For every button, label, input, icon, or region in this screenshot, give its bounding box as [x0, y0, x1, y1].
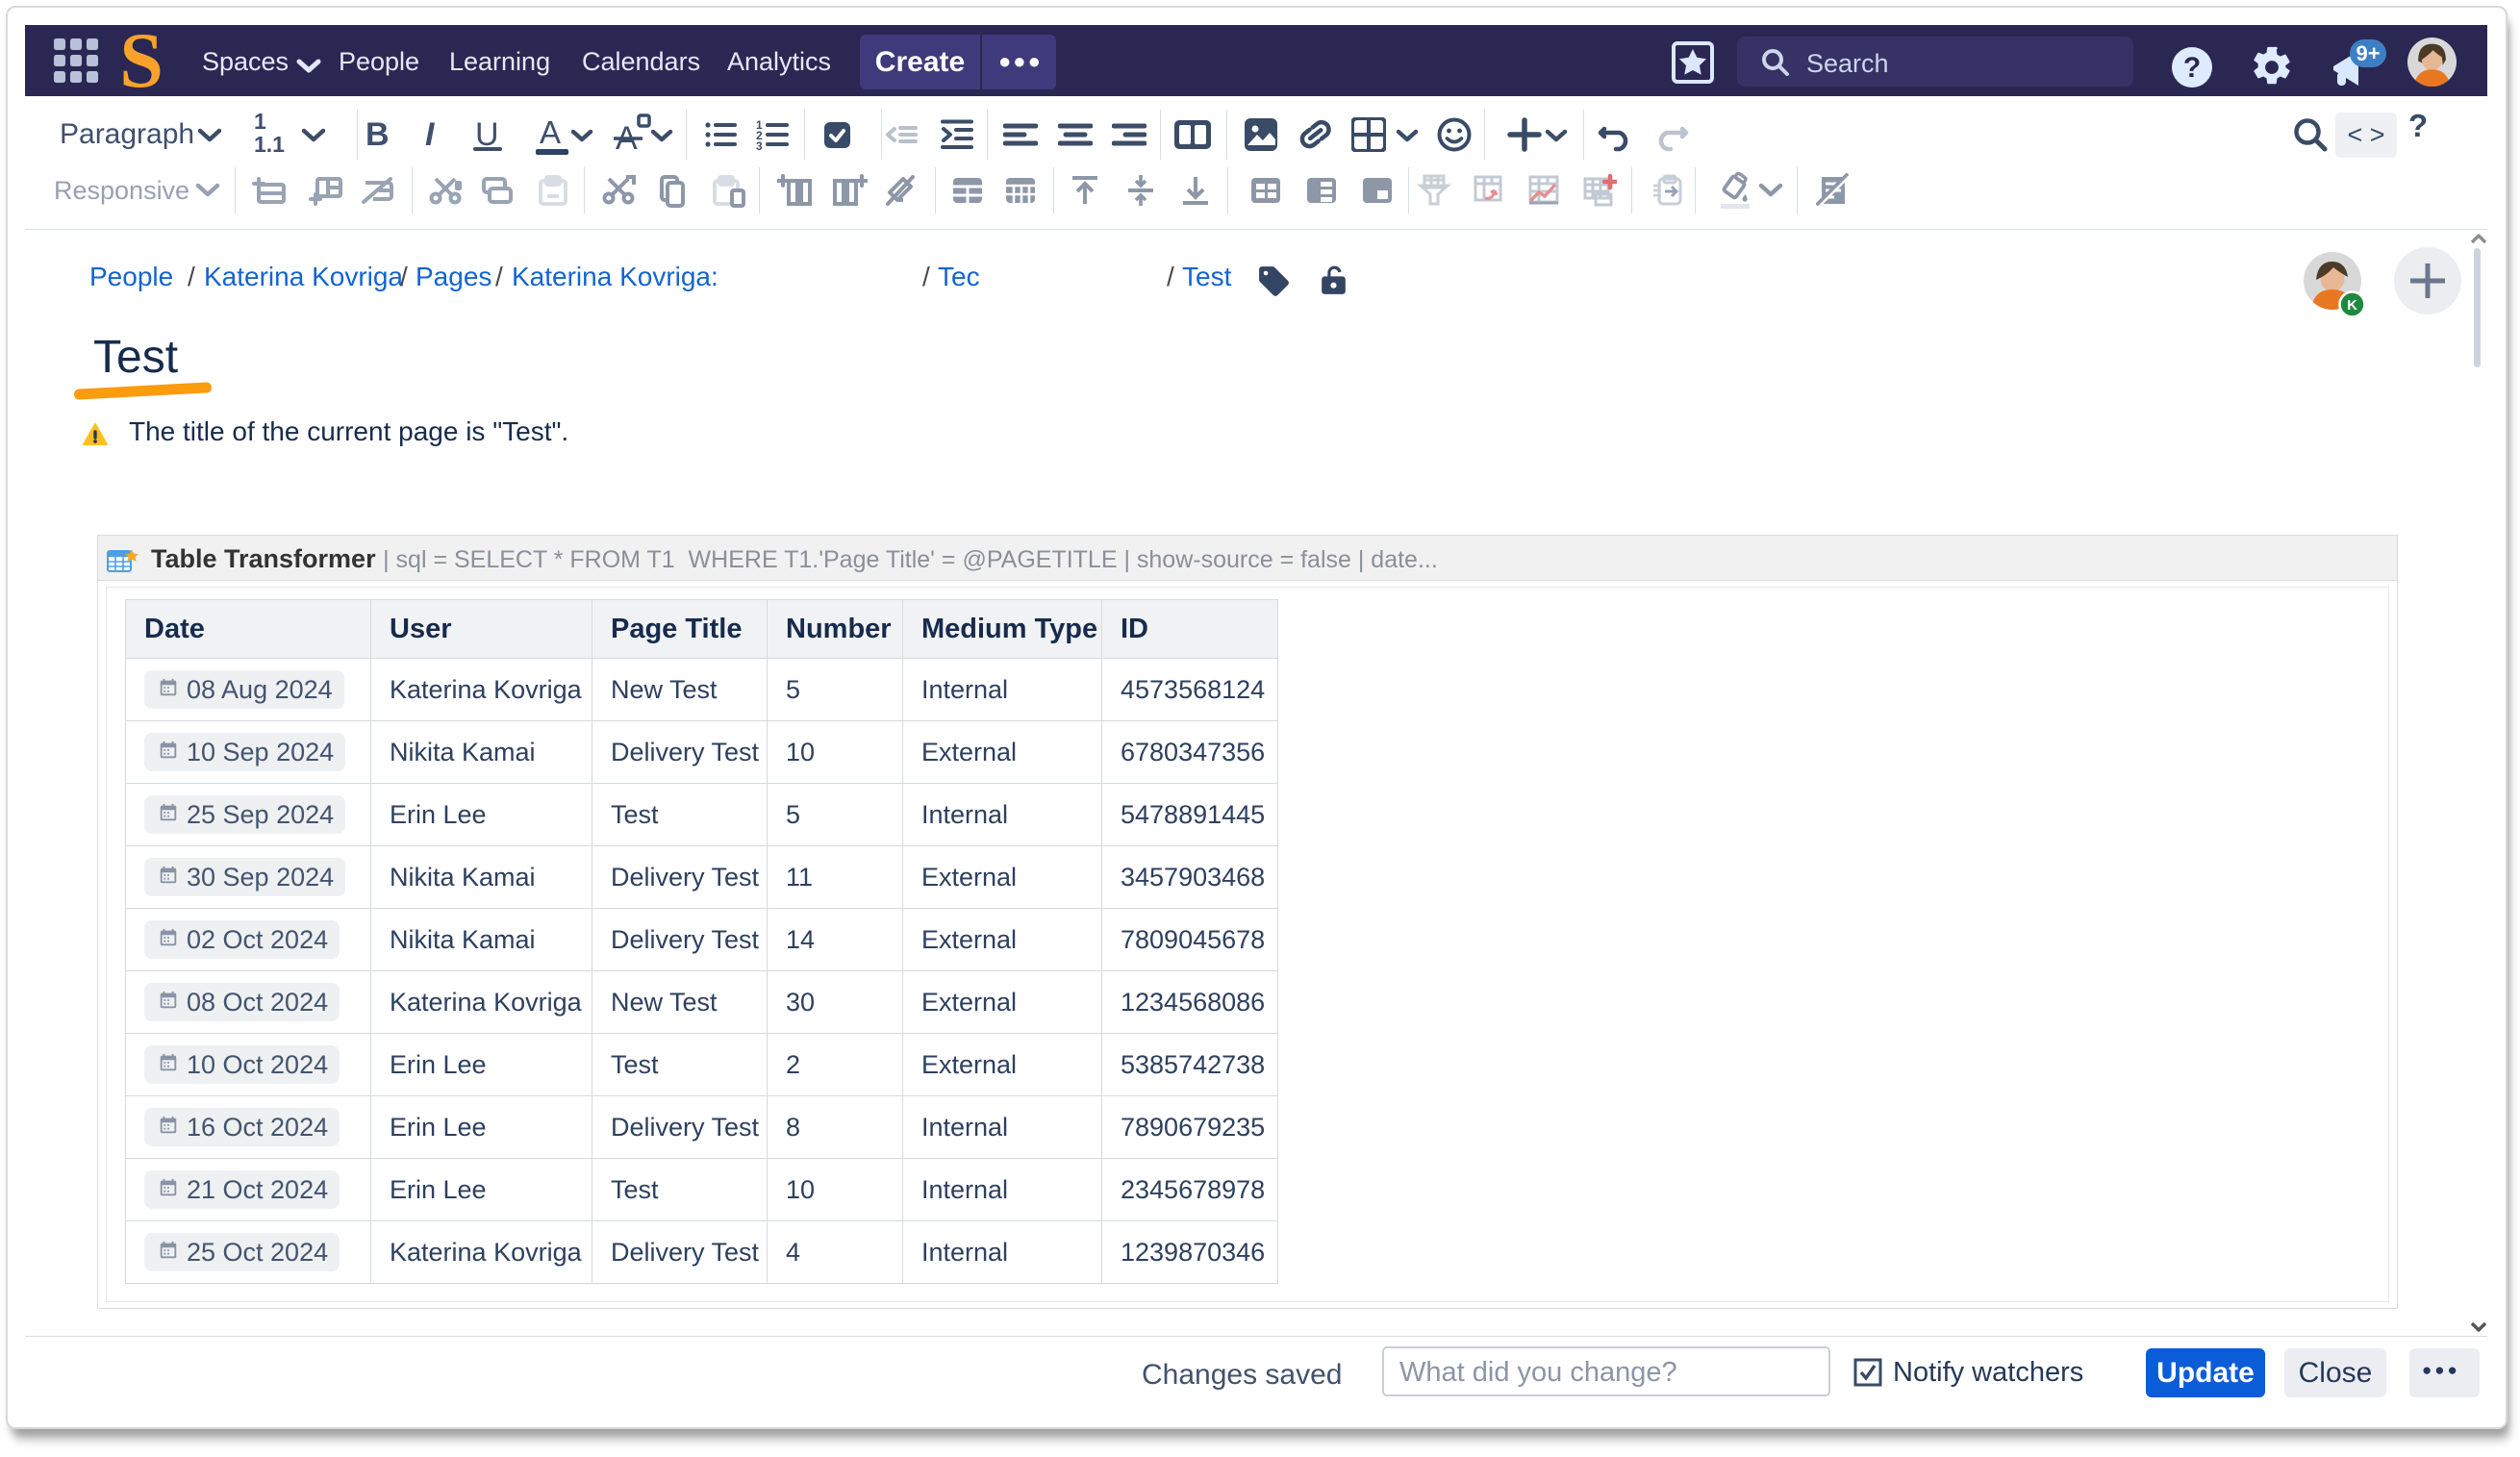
- svg-text:K: K: [2347, 297, 2357, 314]
- svg-text:3: 3: [756, 139, 763, 152]
